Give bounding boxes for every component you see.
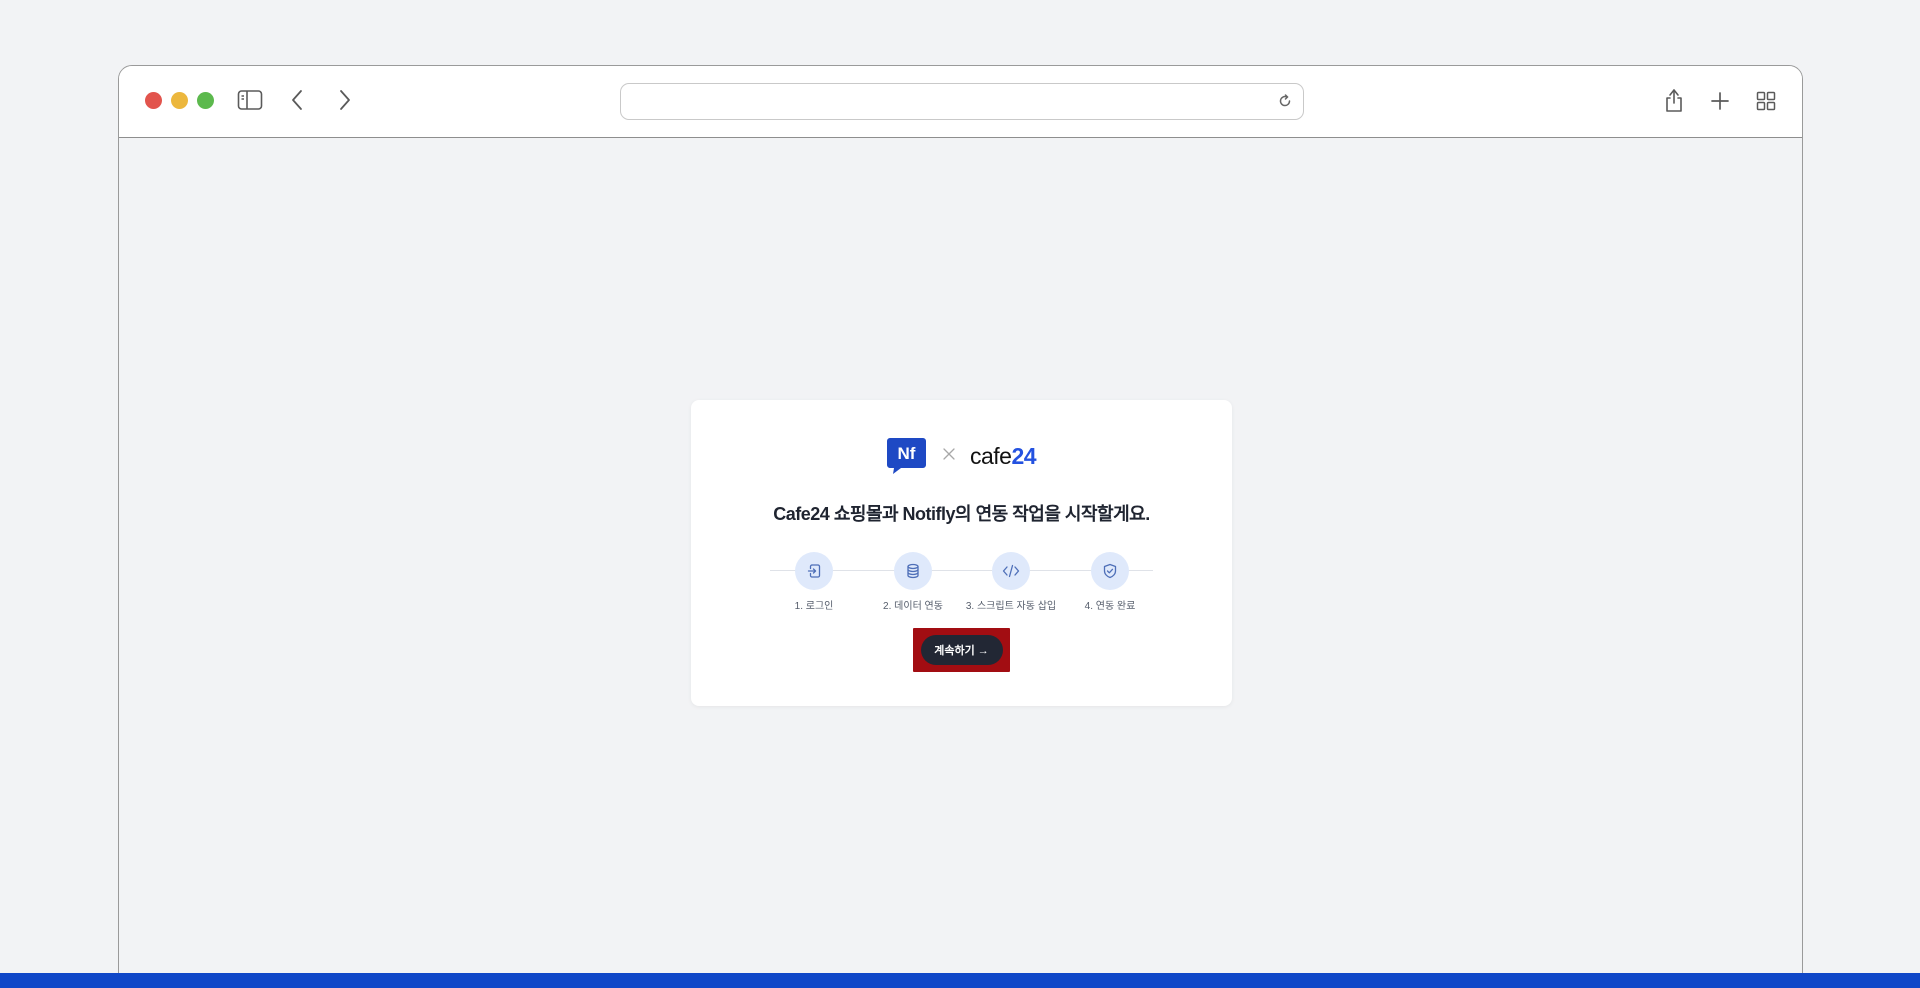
cafe24-logo-word: cafe	[969, 442, 1012, 469]
close-icon	[942, 447, 956, 466]
svg-text:Nf: Nf	[897, 444, 915, 463]
chevron-left-icon[interactable]	[284, 87, 310, 113]
browser-window: Nf cafe 24 Cafe24 쇼핑몰과 Notifly의 연동 작업을 시…	[118, 65, 1803, 988]
notifly-logo: Nf	[886, 438, 926, 474]
continue-button[interactable]: 계속하기 →	[920, 635, 1003, 665]
close-window-button[interactable]	[145, 92, 162, 109]
page-title: Cafe24 쇼핑몰과 Notifly의 연동 작업을 시작할게요.	[773, 504, 1150, 524]
step-label: 1. 로그인	[794, 601, 834, 612]
code-icon	[992, 552, 1030, 590]
step-label: 4. 연동 완료	[1084, 601, 1136, 612]
plus-icon[interactable]	[1707, 88, 1733, 114]
step-label: 2. 데이터 연동	[883, 601, 943, 612]
step-script-insert: 3. 스크립트 자동 삽입	[966, 552, 1056, 612]
login-icon	[795, 552, 833, 590]
step-complete: 4. 연동 완료	[1065, 552, 1155, 612]
integration-steps: 1. 로그인 2. 데이터 연동 3. 스크립트 자동 삽입 4. 연동 완료	[770, 552, 1153, 612]
step-label: 3. 스크립트 자동 삽입	[965, 601, 1057, 612]
zoom-window-button[interactable]	[197, 92, 214, 109]
cafe24-logo-number: 24	[1011, 442, 1037, 469]
share-icon[interactable]	[1661, 86, 1687, 114]
minimize-window-button[interactable]	[171, 92, 188, 109]
bottom-bar	[0, 973, 1920, 988]
integration-card: Nf cafe 24 Cafe24 쇼핑몰과 Notifly의 연동 작업을 시…	[691, 400, 1232, 706]
chevron-right-icon[interactable]	[332, 87, 358, 113]
step-login: 1. 로그인	[769, 552, 859, 612]
continue-button-highlight: 계속하기 →	[913, 628, 1010, 672]
sidebar-icon[interactable]	[237, 88, 263, 112]
browser-toolbar	[119, 66, 1802, 138]
tab-overview-icon[interactable]	[1753, 88, 1779, 114]
cafe24-logo: cafe 24	[969, 442, 1037, 470]
shield-check-icon	[1091, 552, 1129, 590]
reload-icon[interactable]	[1276, 92, 1294, 110]
step-data-sync: 2. 데이터 연동	[868, 552, 958, 612]
address-bar[interactable]	[620, 83, 1304, 120]
partner-logos: Nf cafe 24	[691, 438, 1232, 474]
database-icon	[894, 552, 932, 590]
